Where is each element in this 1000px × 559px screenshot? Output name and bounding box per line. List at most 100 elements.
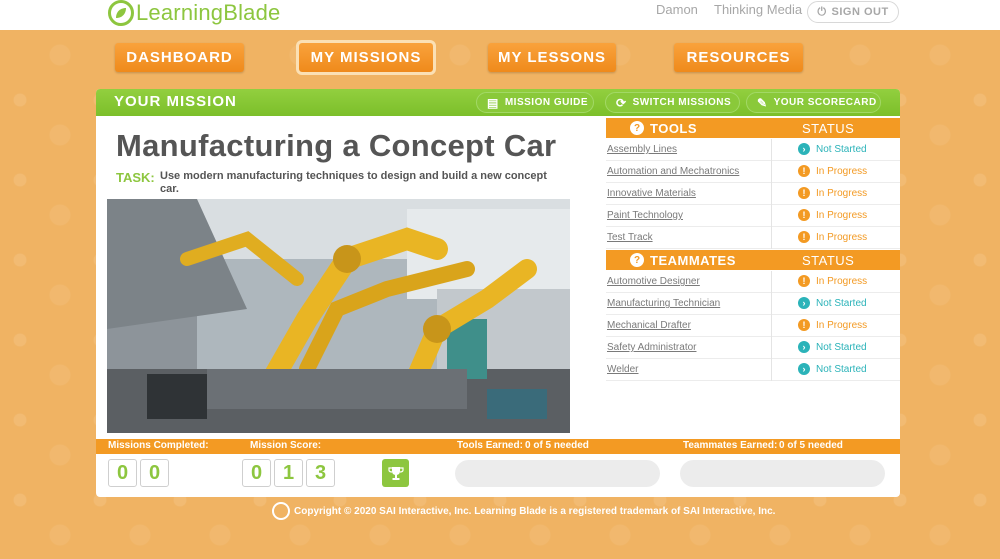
tool-row: Paint Technology ! In Progress	[606, 205, 900, 227]
status-text: Not Started	[816, 297, 867, 309]
mission-image	[107, 199, 570, 433]
sign-out-label: SIGN OUT	[831, 6, 889, 18]
logo-text: LearningBlade	[136, 0, 281, 25]
panel-header: YOUR MISSION ▤ MISSION GUIDE ⟳ SWITCH MI…	[96, 89, 900, 116]
status-icon: !	[798, 165, 810, 177]
tool-link-paint-technology[interactable]: Paint Technology	[607, 210, 683, 221]
teammates-header: ? TEAMMATES STATUS	[606, 250, 900, 270]
teammates-earned-value: 0 of 5 needed	[779, 440, 843, 451]
user-name[interactable]: Damon	[656, 2, 698, 17]
row-divider	[771, 139, 772, 161]
mission-score-digit: 3	[306, 459, 335, 487]
teammates-status-header: STATUS	[802, 252, 855, 268]
teammate-row: Manufacturing Technician › Not Started	[606, 293, 900, 315]
tool-row: Assembly Lines › Not Started	[606, 139, 900, 161]
row-divider	[771, 271, 772, 293]
missions-completed-digit: 0	[108, 459, 137, 487]
tools-header-label: TOOLS	[650, 120, 698, 136]
teammate-status: › Not Started	[798, 297, 867, 309]
teammate-row: Welder › Not Started	[606, 359, 900, 381]
teammate-link-welder[interactable]: Welder	[607, 364, 639, 375]
nav-my-lessons[interactable]: MY LESSONS	[488, 43, 616, 72]
teammate-link-safety-administrator[interactable]: Safety Administrator	[607, 342, 696, 353]
teammate-status: ! In Progress	[798, 275, 867, 287]
mission-score-digit: 0	[242, 459, 271, 487]
help-icon[interactable]: ?	[630, 121, 644, 135]
status-icon: !	[798, 275, 810, 287]
missions-completed-digit: 0	[140, 459, 169, 487]
tool-link-innovative-materials[interactable]: Innovative Materials	[607, 188, 696, 199]
switch-icon: ⟳	[616, 95, 627, 110]
tool-status: ! In Progress	[798, 209, 867, 221]
tool-link-test-track[interactable]: Test Track	[607, 232, 653, 243]
help-icon[interactable]: ?	[630, 253, 644, 267]
status-text: In Progress	[816, 187, 868, 199]
scorecard-button[interactable]: ✎ YOUR SCORECARD	[746, 92, 881, 113]
tool-row: Test Track ! In Progress	[606, 227, 900, 249]
mission-score-digit: 1	[274, 459, 303, 487]
panel-title: YOUR MISSION	[114, 93, 237, 110]
teammate-status: › Not Started	[798, 341, 867, 353]
nav-my-missions[interactable]: MY MISSIONS	[296, 40, 436, 75]
logo[interactable]: LearningBlade	[108, 0, 281, 30]
tools-earned-value: 0 of 5 needed	[525, 440, 589, 451]
teammates-earned-progress	[680, 460, 885, 487]
top-bar: LearningBlade Damon Thinking Media ⏻ SIG…	[0, 0, 1000, 30]
scorecard-icon: ✎	[757, 95, 768, 110]
row-divider	[771, 359, 772, 381]
tool-row: Automation and Mechatronics ! In Progress	[606, 161, 900, 183]
switch-missions-button[interactable]: ⟳ SWITCH MISSIONS	[605, 92, 740, 113]
row-divider	[771, 205, 772, 227]
status-text: Not Started	[816, 143, 867, 155]
status-text: In Progress	[816, 231, 868, 243]
status-text: Not Started	[816, 341, 867, 353]
row-divider	[771, 293, 772, 315]
row-divider	[771, 315, 772, 337]
teammate-link-mechanical-drafter[interactable]: Mechanical Drafter	[607, 320, 691, 331]
teammate-row: Automotive Designer ! In Progress	[606, 271, 900, 293]
teammate-link-automotive-designer[interactable]: Automotive Designer	[607, 276, 700, 287]
teammate-status: › Not Started	[798, 363, 867, 375]
task-label: TASK:	[116, 170, 155, 185]
row-divider	[771, 161, 772, 183]
status-text: In Progress	[816, 209, 868, 221]
tool-status: ! In Progress	[798, 187, 867, 199]
power-icon: ⏻	[817, 5, 827, 18]
status-icon: ›	[798, 297, 810, 309]
row-divider	[771, 227, 772, 249]
row-divider	[771, 337, 772, 359]
tool-row: Innovative Materials ! In Progress	[606, 183, 900, 205]
tools-earned-label: Tools Earned:	[457, 440, 523, 451]
leaf-logo-icon	[272, 502, 290, 520]
nav-dashboard[interactable]: DASHBOARD	[115, 43, 244, 72]
mission-guide-button[interactable]: ▤ MISSION GUIDE	[476, 92, 594, 113]
mission-panel: YOUR MISSION ▤ MISSION GUIDE ⟳ SWITCH MI…	[96, 89, 900, 497]
missions-completed-label: Missions Completed:	[108, 440, 209, 451]
teammate-row: Mechanical Drafter ! In Progress	[606, 315, 900, 337]
status-icon: ›	[798, 341, 810, 353]
mission-title: Manufacturing a Concept Car	[116, 128, 557, 163]
tool-status: ! In Progress	[798, 231, 867, 243]
switch-missions-label: SWITCH MISSIONS	[632, 97, 732, 108]
status-icon: !	[798, 319, 810, 331]
copyright-text: Copyright © 2020 SAI Interactive, Inc. L…	[294, 505, 776, 517]
status-text: In Progress	[816, 319, 868, 331]
task-text: Use modern manufacturing techniques to d…	[160, 170, 547, 195]
robot-factory-illustration	[107, 199, 570, 433]
tools-status-header: STATUS	[802, 120, 855, 136]
status-icon: ›	[798, 143, 810, 155]
tool-link-automation[interactable]: Automation and Mechatronics	[607, 166, 739, 177]
tool-link-assembly-lines[interactable]: Assembly Lines	[607, 144, 677, 155]
org-name[interactable]: Thinking Media	[714, 2, 802, 17]
tools-header: ? TOOLS STATUS	[606, 118, 900, 138]
mission-score-label: Mission Score:	[250, 440, 322, 451]
teammates-header-label: TEAMMATES	[650, 252, 736, 268]
status-icon: !	[798, 187, 810, 199]
sign-out-button[interactable]: ⏻ SIGN OUT	[807, 1, 899, 23]
status-text: In Progress	[816, 165, 868, 177]
teammate-link-manufacturing-technician[interactable]: Manufacturing Technician	[607, 298, 720, 309]
nav-resources[interactable]: RESOURCES	[674, 43, 803, 72]
copyright: Copyright © 2020 SAI Interactive, Inc. L…	[272, 501, 775, 521]
trophy-icon	[382, 459, 409, 487]
tool-status: › Not Started	[798, 143, 867, 155]
